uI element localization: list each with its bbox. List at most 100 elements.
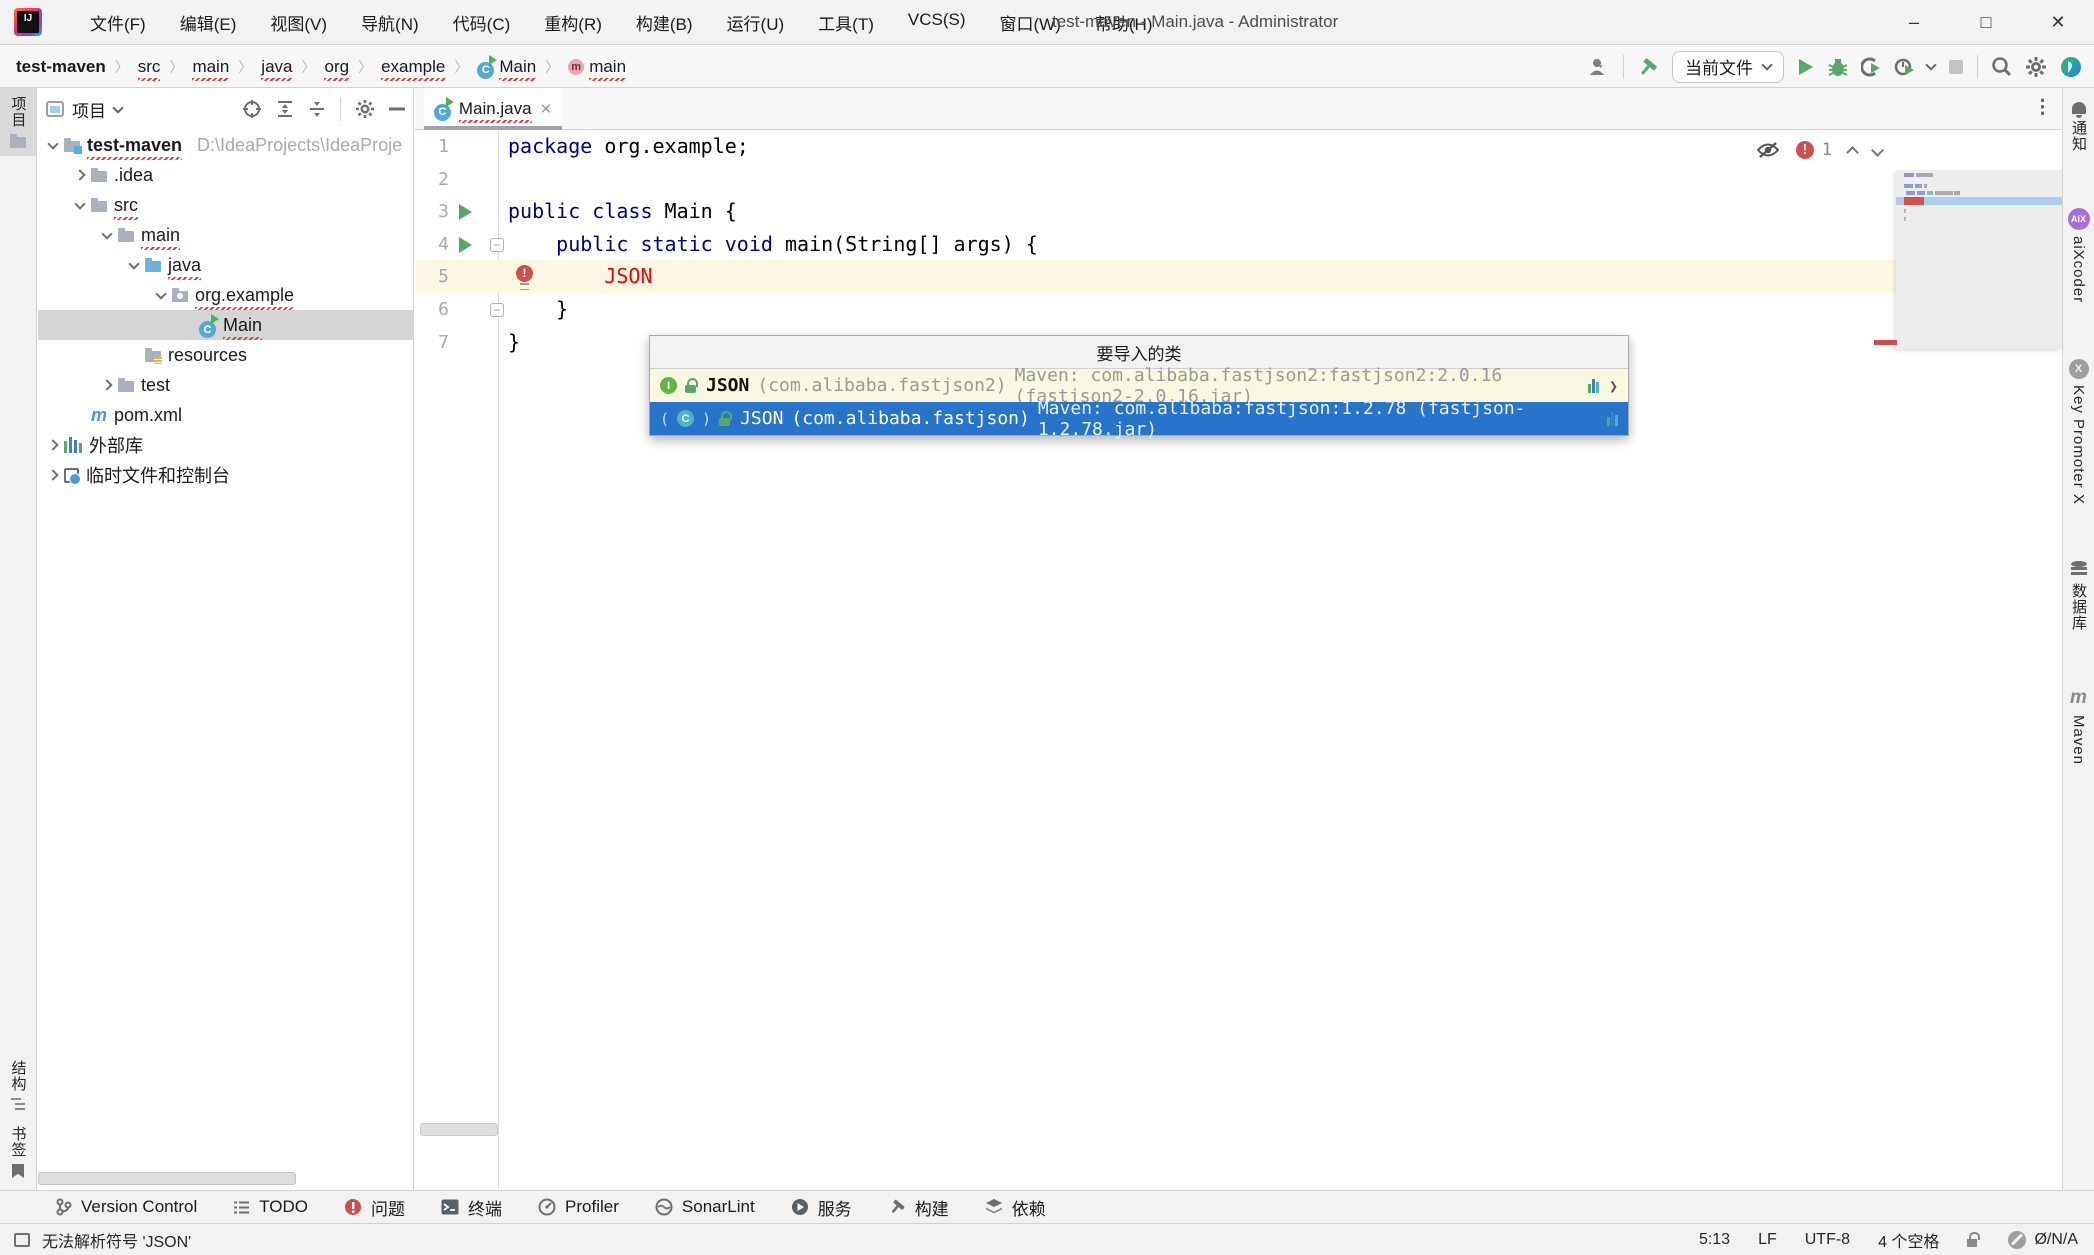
tree-row-test[interactable]: test — [38, 370, 413, 400]
toolwindow-button-Profiler[interactable]: Profiler — [538, 1197, 619, 1217]
import-candidate-row[interactable]: (C)JSON(com.alibaba.fastjson)Maven: com.… — [650, 402, 1628, 435]
sidebar-item-结构[interactable]: 结构 — [0, 1052, 36, 1118]
project-view-chevron-icon[interactable] — [112, 102, 123, 113]
right-strip-item-Maven[interactable]: mMaven — [2063, 679, 2094, 773]
toolwindow-button-终端[interactable]: 终端 — [441, 1195, 502, 1220]
inspections-widget[interactable]: ! 1 — [1756, 140, 1882, 160]
hide-panel-icon[interactable] — [389, 107, 405, 111]
tree-arrow-icon[interactable] — [47, 138, 58, 149]
file-encoding[interactable]: UTF-8 — [1805, 1231, 1850, 1249]
fold-icon[interactable]: − — [490, 238, 504, 252]
tab-main-java[interactable]: C Main.java ✕ — [424, 88, 562, 129]
settings-gear-icon[interactable] — [2025, 56, 2047, 78]
tree-row-.idea[interactable]: .idea — [38, 160, 413, 190]
submenu-chevron-icon[interactable]: ❯ — [1609, 377, 1618, 395]
tree-arrow-icon[interactable] — [101, 379, 112, 390]
tree-row-main[interactable]: main — [38, 220, 413, 250]
sidebar-item-项目[interactable]: 项目 — [0, 88, 36, 156]
breadcrumb-item-main[interactable]: main — [192, 57, 229, 77]
menu-VCSS[interactable]: VCS(S) — [908, 10, 966, 35]
user-icon[interactable] — [1588, 57, 1610, 77]
tree-arrow-icon[interactable] — [155, 288, 166, 299]
line-ending[interactable]: LF — [1758, 1231, 1777, 1249]
toolwindow-button-问题[interactable]: 问题 — [344, 1195, 405, 1220]
menu-构建B[interactable]: 构建(B) — [636, 10, 693, 35]
toolwindow-button-SonarLint[interactable]: SonarLint — [655, 1197, 755, 1217]
menu-运行U[interactable]: 运行(U) — [727, 10, 785, 35]
run-button[interactable] — [1797, 57, 1815, 77]
highlighting-eye-off-icon[interactable] — [1756, 141, 1780, 159]
breadcrumb-item-org[interactable]: org — [324, 57, 349, 77]
unlock-icon[interactable] — [1967, 1233, 1980, 1247]
run-gutter-icon[interactable] — [459, 237, 472, 253]
caret-position[interactable]: 5:13 — [1699, 1231, 1730, 1249]
tree-row-resources[interactable]: resources — [38, 340, 413, 370]
run-options-chevron-icon[interactable] — [1925, 59, 1936, 70]
tree-row-src[interactable]: src — [38, 190, 413, 220]
menu-工具T[interactable]: 工具(T) — [818, 10, 874, 35]
run-configuration-select[interactable]: 当前文件 — [1672, 51, 1784, 83]
profiler-button[interactable] — [1894, 57, 1914, 77]
indent-setting[interactable]: 4 个空格 — [1878, 1228, 1939, 1252]
tree-row-test-maven[interactable]: test-mavenD:\IdeaProjects\IdeaProje — [38, 130, 413, 160]
toolwindow-button-依赖[interactable]: 依赖 — [985, 1195, 1046, 1220]
tree-row-Main[interactable]: CMain — [38, 310, 413, 340]
menu-文件F[interactable]: 文件(F) — [90, 10, 146, 35]
tree-arrow-icon[interactable] — [47, 439, 58, 450]
learn-ide-sphere-icon[interactable] — [2060, 56, 2082, 78]
breadcrumb-item-main[interactable]: mmain — [568, 57, 626, 77]
project-settings-gear-icon[interactable] — [355, 99, 375, 119]
collapse-all-icon[interactable] — [308, 100, 326, 118]
minimize-button[interactable]: – — [1878, 0, 1950, 45]
sidebar-item-书签[interactable]: 书签 — [0, 1118, 36, 1186]
tree-arrow-icon[interactable] — [47, 469, 58, 480]
run-gutter-icon[interactable] — [459, 204, 472, 220]
editor-more-options-icon[interactable]: ⋮ — [2033, 96, 2052, 119]
breadcrumb-item-example[interactable]: example — [381, 57, 445, 77]
right-strip-item-aiXcoder[interactable]: AiXaiXcoder — [2063, 200, 2094, 311]
code-viewport[interactable]: 1package org.example;23public class Main… — [415, 130, 2062, 1190]
tab-close-icon[interactable]: ✕ — [540, 100, 553, 118]
menu-编辑E[interactable]: 编辑(E) — [180, 10, 237, 35]
debug-button[interactable] — [1828, 57, 1848, 77]
expand-all-icon[interactable] — [276, 100, 294, 118]
tree-row-外部库[interactable]: 外部库 — [38, 430, 413, 460]
breadcrumb-item-java[interactable]: java — [261, 57, 292, 77]
locate-file-icon[interactable] — [242, 99, 262, 119]
toolwindow-button-Version Control[interactable]: Version Control — [56, 1197, 197, 1217]
build-hammer-icon[interactable] — [1637, 56, 1659, 78]
analysis-status[interactable]: Ø/N/A — [2034, 1231, 2078, 1249]
prev-error-icon[interactable] — [1846, 146, 1859, 159]
error-stripe-mark[interactable] — [1874, 340, 1897, 345]
menu-视图V[interactable]: 视图(V) — [270, 10, 327, 35]
breadcrumb-item-src[interactable]: src — [138, 57, 161, 77]
search-everywhere-icon[interactable] — [1991, 56, 2012, 77]
right-strip-item-Key Promoter X[interactable]: XKey Promoter X — [2063, 351, 2094, 513]
run-with-coverage-button[interactable] — [1861, 57, 1881, 77]
breadcrumb-item-Main[interactable]: CMain — [477, 57, 536, 77]
toolwindow-button-构建[interactable]: 构建 — [888, 1195, 949, 1220]
menu-代码C[interactable]: 代码(C) — [453, 10, 511, 35]
toolwindow-button-服务[interactable]: 服务 — [791, 1195, 852, 1220]
tool-window-toggle-icon[interactable] — [14, 1233, 30, 1247]
maximize-button[interactable]: □ — [1950, 0, 2022, 45]
editor-horizontal-scrollbar[interactable] — [420, 1123, 498, 1136]
menu-重构R[interactable]: 重构(R) — [544, 10, 602, 35]
toolwindow-button-TODO[interactable]: TODO — [233, 1197, 308, 1217]
tree-arrow-icon[interactable] — [101, 228, 112, 239]
tree-arrow-icon[interactable] — [74, 198, 85, 209]
project-panel-title[interactable]: 项目 — [72, 97, 106, 122]
tree-arrow-icon[interactable] — [128, 258, 139, 269]
tree-row-pom.xml[interactable]: mpom.xml — [38, 400, 413, 430]
tree-arrow-icon[interactable] — [74, 169, 85, 180]
code-minimap[interactable] — [1896, 170, 2062, 349]
breadcrumb-item-test-maven[interactable]: test-maven — [16, 57, 106, 77]
menu-导航N[interactable]: 导航(N) — [361, 10, 419, 35]
tree-row-org.example[interactable]: org.example — [38, 280, 413, 310]
right-strip-item-通知[interactable]: 通知 — [2063, 94, 2094, 160]
tree-row-java[interactable]: java — [38, 250, 413, 280]
no-entry-icon[interactable] — [2008, 1231, 2026, 1249]
project-horizontal-scrollbar[interactable] — [38, 1172, 296, 1185]
close-button[interactable]: ✕ — [2022, 0, 2094, 45]
right-strip-item-数据库[interactable]: 数据库 — [2063, 553, 2094, 639]
